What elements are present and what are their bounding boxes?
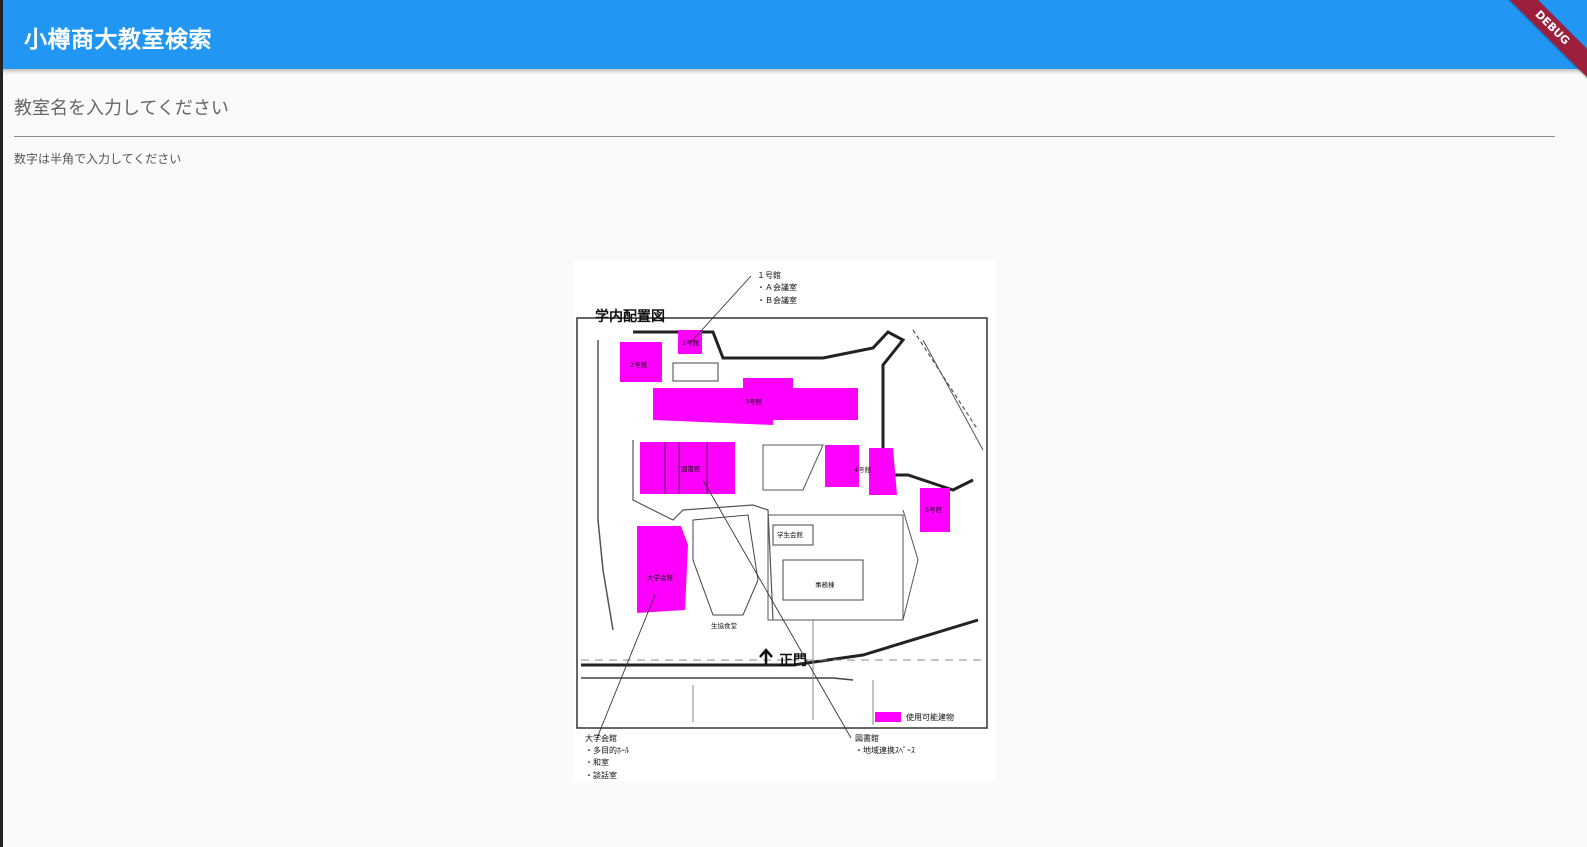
search-helper-text: 数字は半角で入力してください <box>14 152 182 166</box>
label-b3: 3号館 <box>745 397 763 406</box>
label-admin: 事務棟 <box>815 580 835 589</box>
available-buildings <box>620 330 950 613</box>
svg-text:・談話室: ・談話室 <box>585 770 617 780</box>
label-b1: 1号館 <box>682 338 700 347</box>
map-title: 学内配置図 <box>595 308 665 325</box>
app-bar: 小樽商大教室検索 <box>0 0 1587 69</box>
campus-map-svg: 学内配置図 1号館 2号館 3号館 図書館 4号館 5号館 大学会館 学生会館 … <box>576 270 988 780</box>
svg-text:・Ｂ会議室: ・Ｂ会議室 <box>757 295 797 305</box>
legend-label: 使用可能建物 <box>906 712 954 722</box>
label-hall: 大学会館 <box>647 573 674 582</box>
building-4b <box>869 448 897 495</box>
campus-map: 学内配置図 1号館 2号館 3号館 図書館 4号館 5号館 大学会館 学生会館 … <box>573 260 996 781</box>
road-ne <box>922 339 984 451</box>
label-b2: 2号館 <box>630 360 648 369</box>
road-south <box>581 677 854 681</box>
label-student-hall: 学生会館 <box>777 530 804 539</box>
classroom-search-field[interactable] <box>14 88 1555 137</box>
main-gate-arrow <box>759 648 773 665</box>
label-b4: 4号館 <box>854 465 872 474</box>
building-hall <box>637 526 688 613</box>
stairs-ne <box>912 329 979 431</box>
road-east <box>902 509 919 621</box>
callout-library: 図書館 ・地域連携ｽﾍﾟｰｽ <box>855 733 915 755</box>
svg-text:図書館: 図書館 <box>855 733 879 743</box>
svg-text:・和室: ・和室 <box>585 757 609 767</box>
svg-text:・Ａ会議室: ・Ａ会議室 <box>757 282 797 292</box>
svg-text:・地域連携ｽﾍﾟｰｽ: ・地域連携ｽﾍﾟｰｽ <box>855 745 915 755</box>
label-small-hall: 生協食堂 <box>711 621 738 630</box>
svg-text:・多目的ﾎｰﾙ: ・多目的ﾎｰﾙ <box>585 745 629 755</box>
legend-swatch <box>875 712 901 722</box>
hill-outline <box>692 514 759 616</box>
callout-hall: 大学会館 ・多目的ﾎｰﾙ ・和室 ・談話室 <box>585 733 629 780</box>
admin-outline <box>782 559 864 601</box>
svg-text:大学会館: 大学会館 <box>585 733 617 743</box>
svg-text:１号館: １号館 <box>757 270 781 280</box>
road-west <box>597 340 614 631</box>
plaza-outline <box>762 444 824 491</box>
callout-b1: １号館 ・Ａ会議室 ・Ｂ会議室 <box>757 270 797 305</box>
label-library: 図書館 <box>681 464 701 473</box>
south-lots <box>692 620 874 725</box>
label-b5: 5号館 <box>925 505 943 514</box>
classroom-search-input[interactable] <box>14 88 1555 128</box>
app-title: 小樽商大教室検索 <box>24 27 212 53</box>
label-main-gate: 正門 <box>779 653 807 669</box>
window-left-edge <box>0 0 3 847</box>
annex-outline <box>672 362 719 382</box>
